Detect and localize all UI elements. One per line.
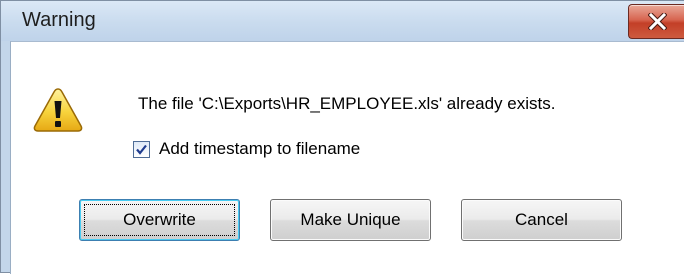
checkmark-icon	[136, 144, 147, 155]
timestamp-checkbox[interactable]	[133, 141, 150, 158]
message-text: The file 'C:\Exports\HR_EMPLOYEE.xls' al…	[138, 94, 556, 113]
make-unique-button-label: Make Unique	[300, 210, 401, 229]
close-icon	[648, 13, 667, 30]
dialog-body: The file 'C:\Exports\HR_EMPLOYEE.xls' al…	[10, 41, 684, 274]
cancel-button[interactable]: Cancel	[461, 199, 622, 241]
overwrite-button[interactable]: Overwrite	[79, 199, 240, 241]
cancel-button-label: Cancel	[515, 210, 568, 229]
close-button[interactable]	[628, 4, 684, 39]
overwrite-button-label: Overwrite	[123, 210, 196, 229]
title-bar[interactable]: Warning	[1, 1, 684, 41]
warning-dialog: Warning The file 'C:\Exports\HR_EMPLOYEE…	[0, 0, 684, 274]
timestamp-checkbox-label[interactable]: Add timestamp to filename	[159, 139, 360, 159]
make-unique-button[interactable]: Make Unique	[270, 199, 431, 241]
dialog-title: Warning	[22, 9, 96, 31]
warning-icon	[33, 88, 83, 132]
